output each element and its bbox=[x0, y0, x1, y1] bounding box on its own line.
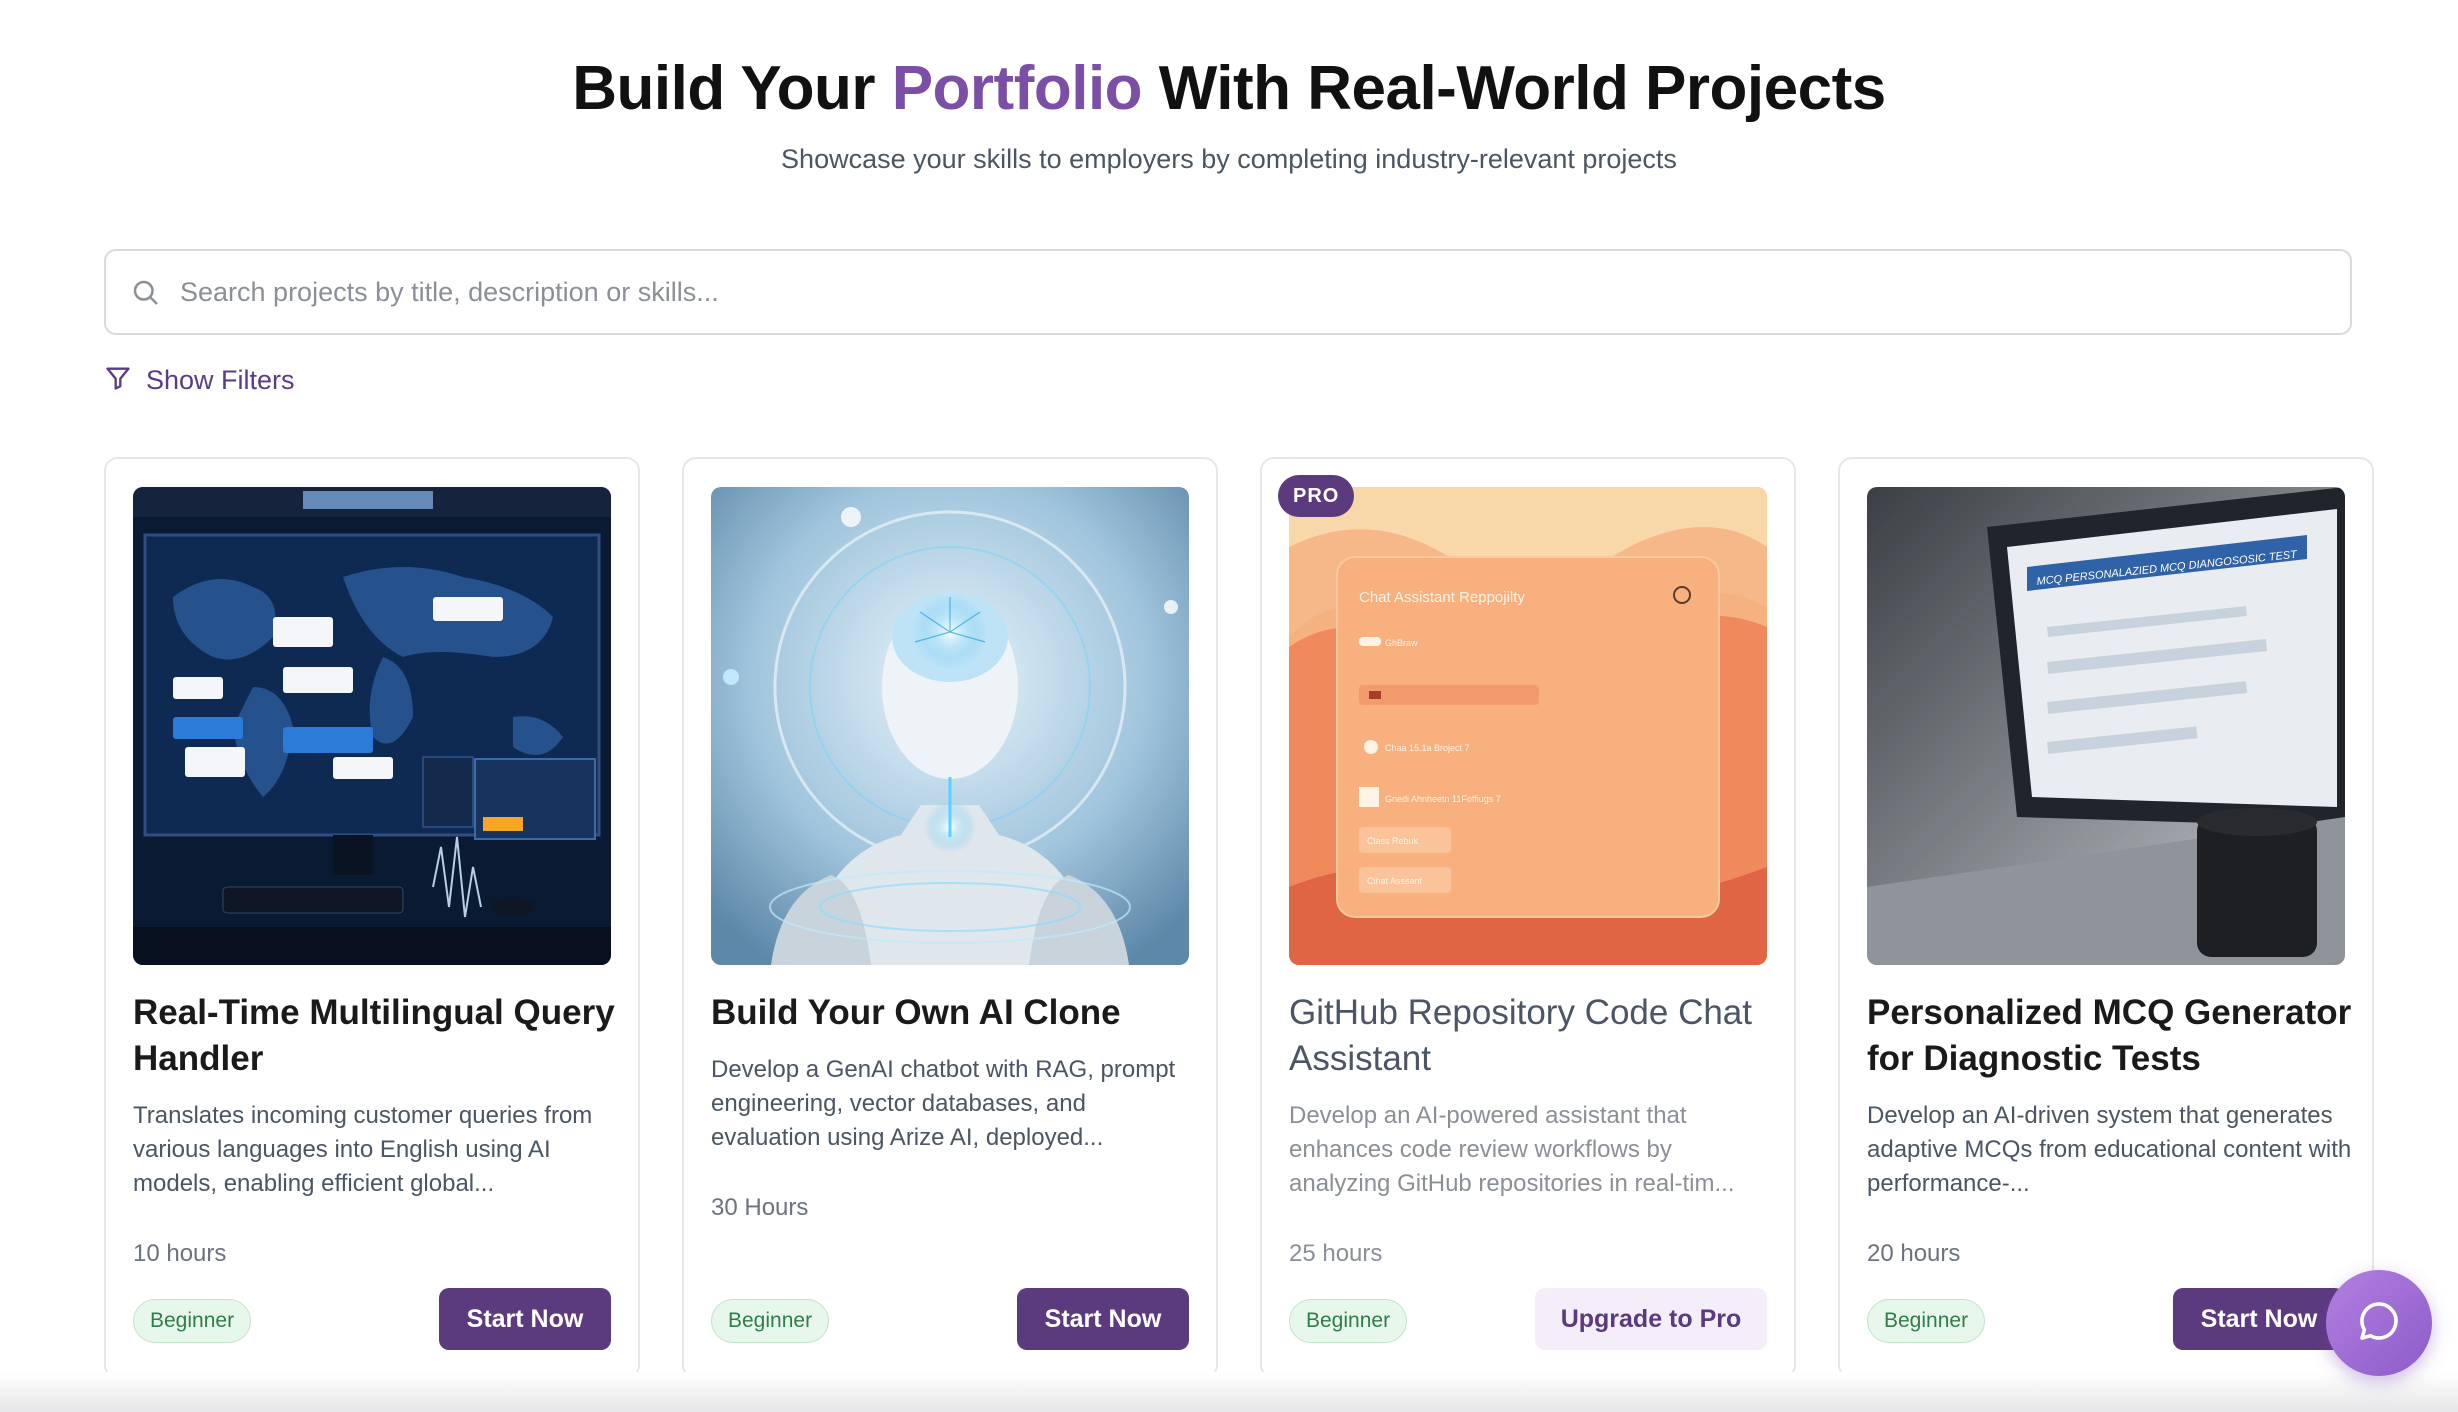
search-input[interactable] bbox=[180, 262, 2350, 322]
image-button-text: Class Rebuk bbox=[1367, 836, 1419, 846]
image-button-text: Cihat Asssant bbox=[1367, 876, 1423, 886]
title-text: Build Your bbox=[572, 54, 892, 123]
title-accent: Portfolio bbox=[891, 54, 1143, 123]
level-badge: Beginner bbox=[1867, 1299, 1986, 1343]
project-image bbox=[711, 487, 1189, 965]
start-now-button[interactable]: Start Now bbox=[1017, 1288, 1189, 1350]
search-bar[interactable] bbox=[104, 249, 2352, 335]
page-title: Build Your Portfolio With Real-World Pro… bbox=[0, 52, 2458, 126]
project-image: Chat Assistant Reppojilty GhBraw Chaa 15… bbox=[1289, 487, 1767, 965]
project-description: Translates incoming customer queries fro… bbox=[133, 1102, 593, 1197]
project-card[interactable]: PRO Chat Assistant Reppojilty GhBraw Cha… bbox=[1260, 457, 1796, 1379]
show-filters-label: Show Filters bbox=[146, 365, 295, 395]
image-row-text: Gnedi Ahnheetn 11Foffiugs 7 bbox=[1385, 794, 1501, 804]
upgrade-to-pro-button[interactable]: Upgrade to Pro bbox=[1535, 1288, 1767, 1350]
start-now-button[interactable]: Start Now bbox=[439, 1288, 611, 1350]
level-badge: Beginner bbox=[1289, 1299, 1408, 1343]
project-title[interactable]: Personalized MCQ Generator for Diagnosti… bbox=[1867, 990, 2357, 1082]
search-icon bbox=[128, 275, 162, 309]
project-title[interactable]: Build Your Own AI Clone bbox=[711, 990, 1201, 1036]
project-duration: 20 hours bbox=[1867, 1240, 1961, 1267]
project-description: Develop a GenAI chatbot with RAG, prompt… bbox=[711, 1056, 1176, 1151]
project-duration: 30 Hours bbox=[711, 1194, 809, 1221]
title-text-end: With Real-World Projects bbox=[1142, 54, 1886, 123]
project-grid: Real-Time Multilingual Query Handler Tra… bbox=[104, 457, 2374, 1379]
project-card[interactable]: MCQ PERSONALAZIED MCQ DIANGOSOSIC TEST P… bbox=[1838, 457, 2374, 1379]
level-badge: Beginner bbox=[133, 1299, 252, 1343]
project-duration: 10 hours bbox=[133, 1240, 227, 1267]
page-bottom-edge bbox=[0, 1372, 2458, 1412]
page-header: Build Your Portfolio With Real-World Pro… bbox=[0, 52, 2458, 176]
project-image: MCQ PERSONALAZIED MCQ DIANGOSOSIC TEST bbox=[1867, 487, 2345, 965]
project-title[interactable]: GitHub Repository Code Chat Assistant bbox=[1289, 990, 1779, 1082]
project-image bbox=[133, 487, 611, 965]
project-duration: 25 hours bbox=[1289, 1240, 1383, 1267]
start-now-button[interactable]: Start Now bbox=[2173, 1288, 2345, 1350]
project-card[interactable]: Build Your Own AI Clone Develop a GenAI … bbox=[682, 457, 1218, 1379]
filter-icon bbox=[104, 364, 132, 397]
pro-badge: PRO bbox=[1278, 475, 1355, 517]
project-card[interactable]: Real-Time Multilingual Query Handler Tra… bbox=[104, 457, 640, 1379]
level-badge: Beginner bbox=[711, 1299, 830, 1343]
image-row-text: Chaa 15.1a Broject 7 bbox=[1385, 743, 1470, 753]
page-subtitle: Showcase your skills to employers by com… bbox=[781, 144, 1677, 174]
show-filters-button[interactable]: Show Filters bbox=[104, 364, 295, 397]
chat-bubble-icon bbox=[2355, 1297, 2403, 1350]
project-title[interactable]: Real-Time Multilingual Query Handler bbox=[133, 990, 623, 1082]
chat-widget-button[interactable] bbox=[2326, 1270, 2432, 1376]
image-row-text: GhBraw bbox=[1385, 638, 1418, 648]
project-description: Develop an AI-powered assistant that enh… bbox=[1289, 1102, 1735, 1197]
image-window-title: Chat Assistant Reppojilty bbox=[1359, 589, 1525, 606]
project-description: Develop an AI-driven system that generat… bbox=[1867, 1102, 2352, 1197]
